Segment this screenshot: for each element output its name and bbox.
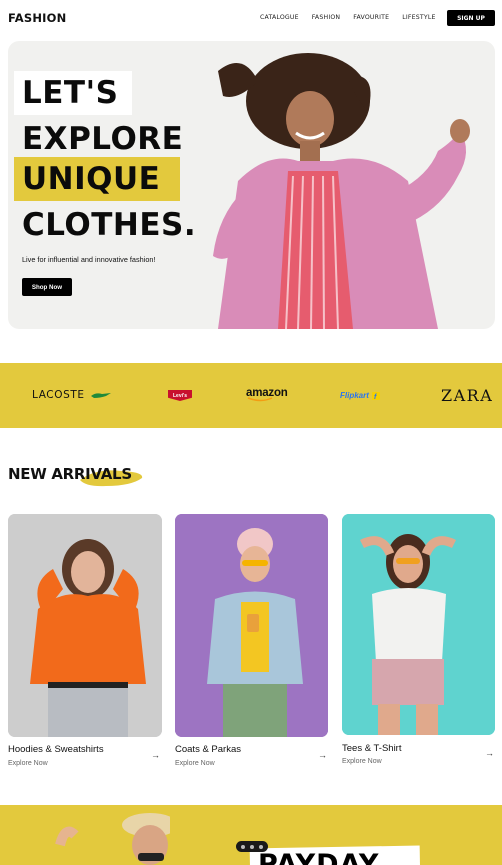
hero-subtitle: Live for influential and innovative fash… — [22, 255, 156, 264]
product-card-title-hoodies[interactable]: Hoodies & Sweatshirts — [8, 744, 104, 755]
hero-model-photo — [213, 53, 470, 329]
nav-links: CATALOGUE FASHION FAVOURITE LIFESTYLE — [260, 14, 449, 21]
shop-now-button[interactable]: Shop Now — [22, 278, 72, 296]
carousel-dot[interactable] — [241, 844, 246, 849]
payday-promo-banner: PAYDAY — [0, 805, 502, 865]
brand-lacoste-label: LACOSTE — [32, 389, 85, 401]
signup-button[interactable]: SIGN UP — [447, 10, 495, 26]
crocodile-icon — [90, 393, 111, 398]
product-card-image-hoodies[interactable] — [8, 514, 162, 737]
product-card-explore-coats[interactable]: Explore Now — [175, 760, 215, 767]
new-arrivals-heading: NEW ARRIVALS — [8, 465, 132, 483]
brand-levis[interactable]: Levi's — [168, 390, 192, 401]
nav-link-catalogue[interactable]: CATALOGUE — [260, 14, 299, 21]
hero-heading-line-4: CLOTHES. — [22, 207, 197, 243]
brand-amazon[interactable]: amazon — [246, 387, 288, 402]
hero-heading-line-1: LET'S — [14, 71, 133, 115]
flipkart-bag-icon: f — [371, 392, 380, 401]
product-card-image-tees[interactable] — [342, 514, 495, 735]
amazon-smile-icon — [247, 397, 273, 402]
arrow-right-icon[interactable]: → — [485, 748, 494, 758]
product-card-image-coats[interactable] — [175, 514, 328, 737]
brand-logo[interactable]: FASHION — [8, 11, 66, 25]
hero-heading-line-3: UNIQUE — [14, 157, 181, 201]
promo-model-photo — [55, 813, 170, 865]
brand-zara[interactable]: ZARA — [441, 386, 493, 405]
arrow-right-icon[interactable]: → — [318, 750, 327, 760]
woman-orange-hoodie-photo — [8, 514, 162, 737]
hero-banner: LET'S EXPLORE UNIQUE CLOTHES. Live for i… — [8, 41, 495, 329]
top-nav: FASHION CATALOGUE FASHION FAVOURITE LIFE… — [0, 0, 502, 38]
product-card-explore-tees[interactable]: Explore Now — [342, 758, 382, 765]
carousel-dot[interactable] — [249, 844, 254, 849]
hero-heading-line-2: EXPLORE — [22, 121, 184, 157]
brand-lacoste[interactable]: LACOSTE — [32, 389, 112, 401]
carousel-controls[interactable] — [236, 841, 268, 852]
woman-white-tee-photo — [342, 514, 495, 735]
nav-link-favourite[interactable]: FAVOURITE — [353, 14, 389, 21]
brand-flipkart[interactable]: Flipkart f — [340, 389, 381, 401]
woman-denim-jacket-photo — [175, 514, 328, 737]
product-card-title-coats[interactable]: Coats & Parkas — [175, 744, 241, 755]
arrow-right-icon[interactable]: → — [151, 750, 160, 760]
nav-link-lifestyle[interactable]: LIFESTYLE — [402, 14, 435, 21]
payday-title: PAYDAY — [258, 849, 380, 865]
carousel-dot[interactable] — [258, 844, 263, 849]
product-card-explore-hoodies[interactable]: Explore Now — [8, 760, 48, 767]
nav-link-fashion[interactable]: FASHION — [312, 14, 341, 21]
product-card-title-tees[interactable]: Tees & T-Shirt — [342, 743, 402, 754]
brand-flipkart-label: Flipkart — [340, 390, 369, 400]
brand-partners-band: LACOSTE Levi's amazon Flipkart f ZARA — [0, 363, 502, 428]
